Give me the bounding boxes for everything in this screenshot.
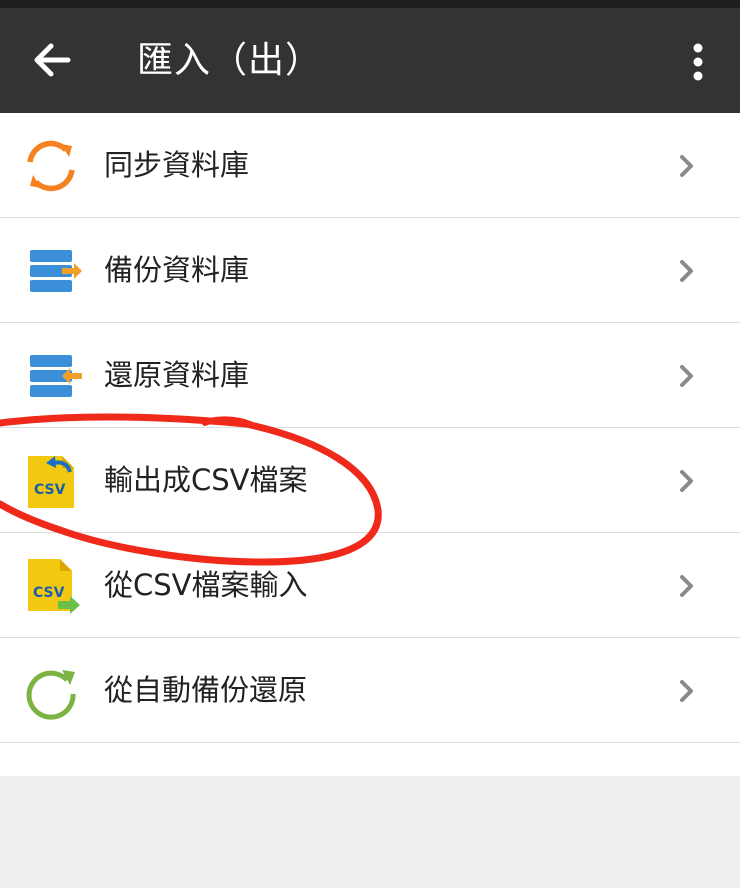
menu-item-export-csv[interactable]: CSV 輸出成CSV檔案 xyxy=(0,428,740,533)
svg-text:CSV: CSV xyxy=(34,482,66,498)
chevron-right-icon xyxy=(680,365,693,387)
arrow-left-icon xyxy=(34,43,71,77)
csv-import-icon: CSV xyxy=(28,559,80,614)
page-title: 匯入（出） xyxy=(137,40,323,81)
menu-item-restore-database[interactable]: 還原資料庫 xyxy=(0,323,740,428)
csv-export-icon: CSV xyxy=(28,456,74,508)
menu-item-label: 還原資料庫 xyxy=(104,358,250,392)
chevron-right-icon xyxy=(680,260,693,282)
app-bar: 匯入（出） xyxy=(0,8,740,113)
menu-item-sync-database[interactable]: 同步資料庫 xyxy=(0,113,740,218)
menu-item-label: 從自動備份還原 xyxy=(104,673,308,707)
menu-item-label: 從CSV檔案輸入 xyxy=(104,568,308,602)
svg-text:CSV: CSV xyxy=(33,585,65,601)
chevron-right-icon xyxy=(680,155,693,177)
chevron-right-icon xyxy=(680,470,693,492)
auto-backup-restore-icon xyxy=(26,670,76,720)
menu-item-label: 輸出成CSV檔案 xyxy=(104,463,308,497)
menu-item-restore-auto-backup[interactable]: 從自動備份還原 xyxy=(0,638,740,743)
more-vertical-icon xyxy=(693,43,703,81)
menu-item-label: 備份資料庫 xyxy=(104,253,250,287)
overflow-menu-button[interactable] xyxy=(676,34,720,90)
sync-icon xyxy=(27,140,75,192)
database-restore-icon xyxy=(30,355,82,397)
database-backup-icon xyxy=(30,250,82,292)
menu-item-backup-database[interactable]: 備份資料庫 xyxy=(0,218,740,323)
status-bar xyxy=(0,0,740,8)
chevron-right-icon xyxy=(680,680,693,702)
chevron-right-icon xyxy=(680,575,693,597)
menu-item-import-csv[interactable]: CSV 從CSV檔案輸入 xyxy=(0,533,740,638)
back-button[interactable] xyxy=(22,30,82,90)
import-export-list: 同步資料庫 備份資料庫 還原資料庫 CSV 輸出成CSV檔案 CSV 從CSV檔… xyxy=(0,113,740,776)
menu-item-label: 同步資料庫 xyxy=(104,148,250,182)
